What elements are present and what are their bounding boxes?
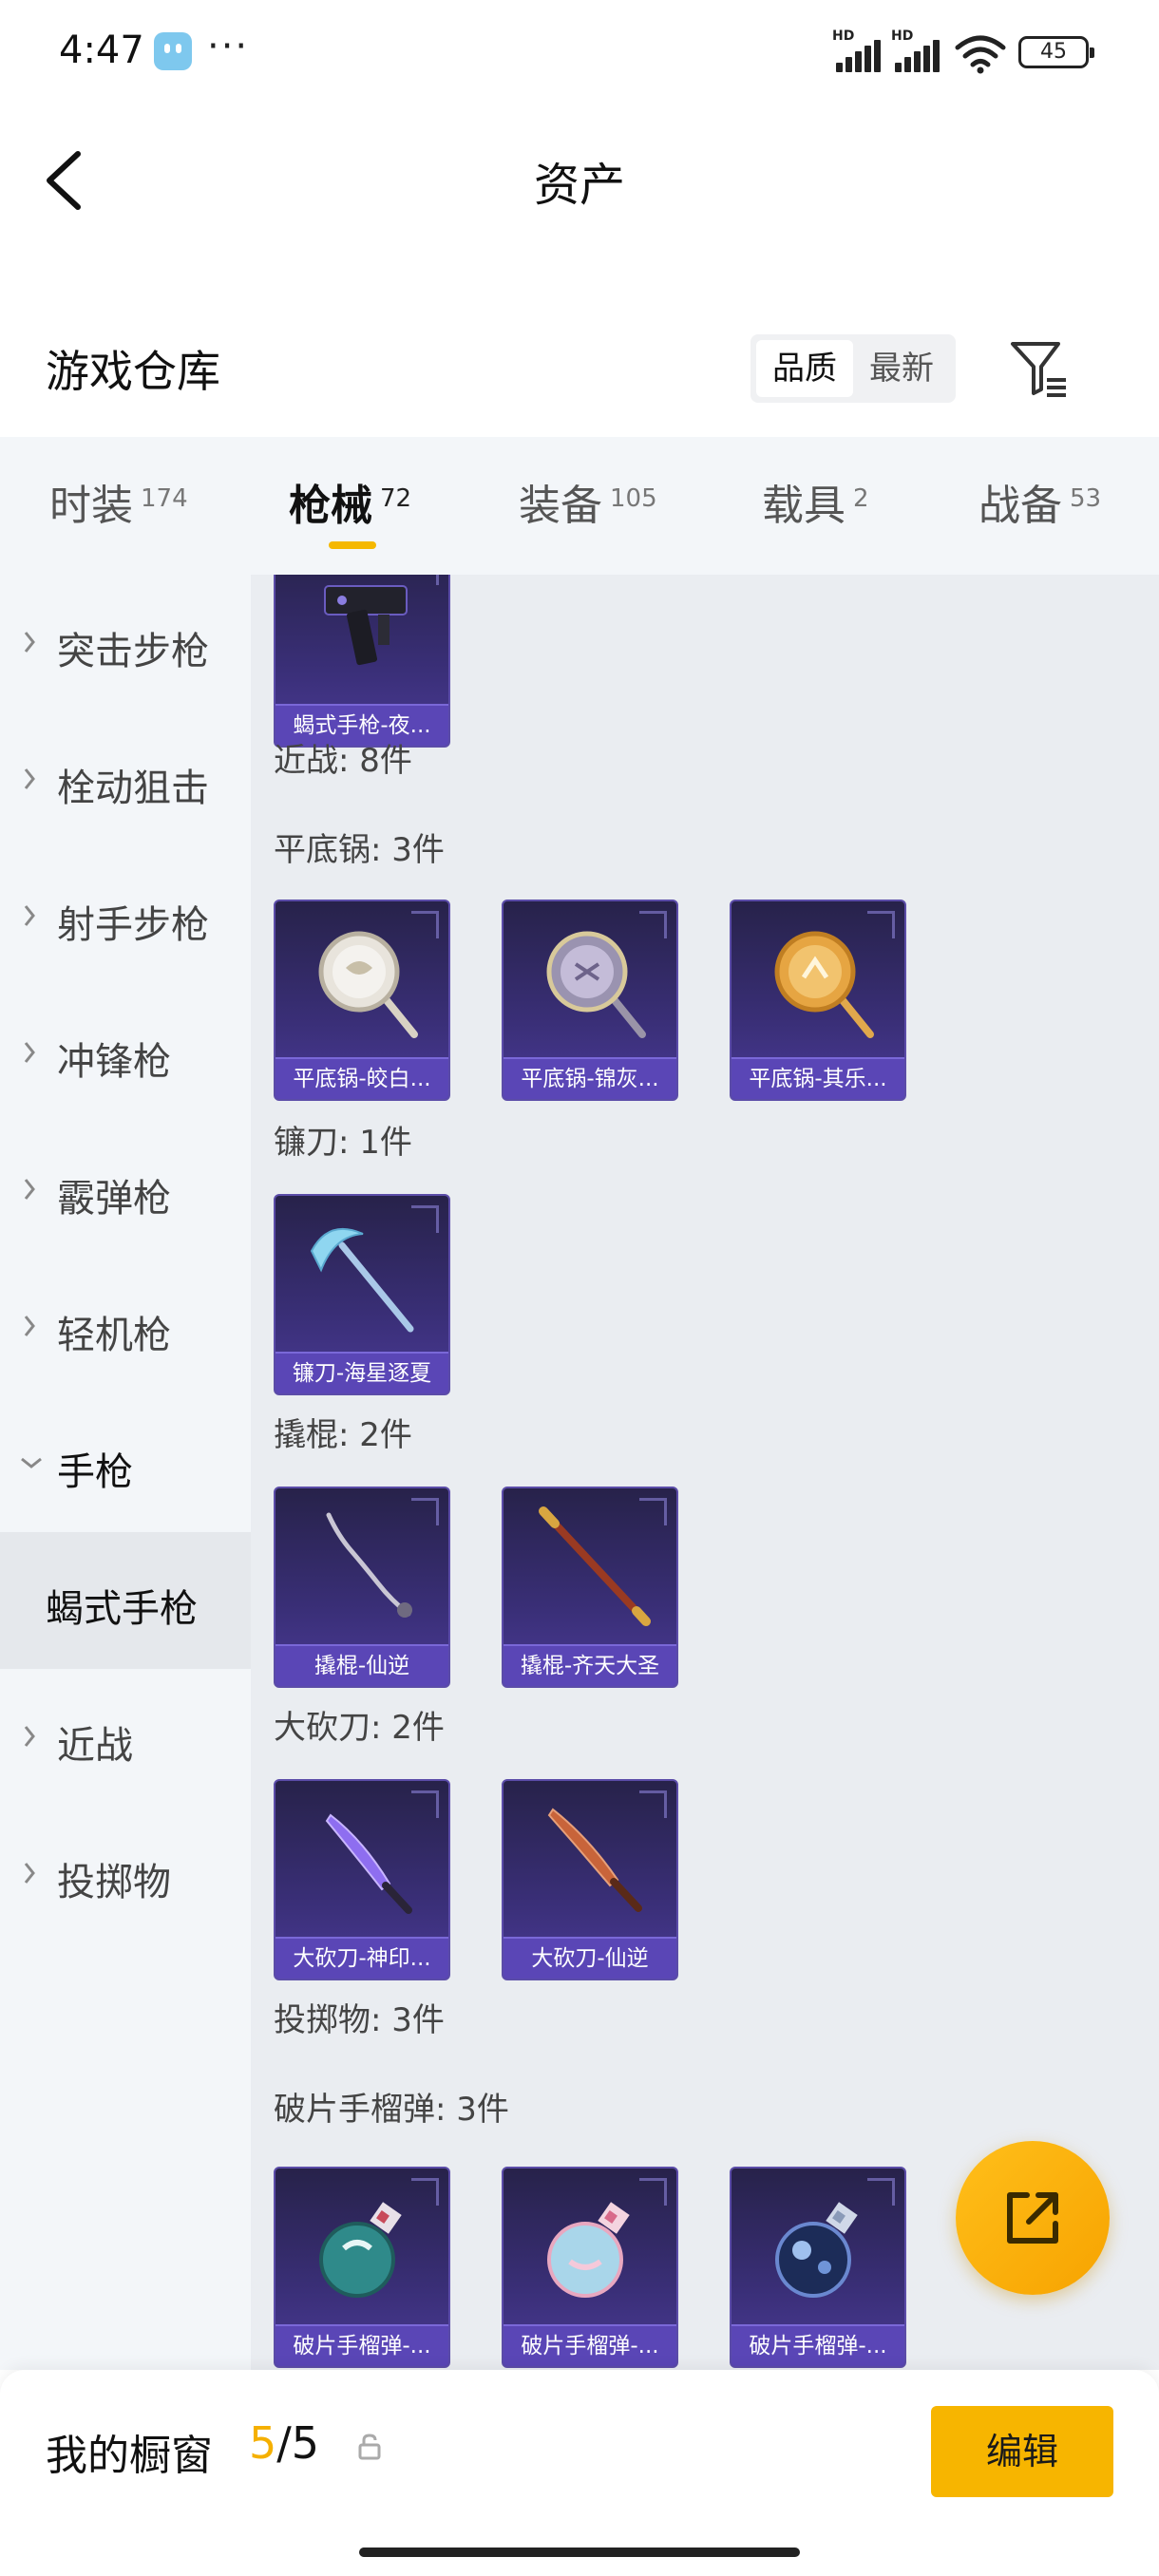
item-grid: 蝎式手枪-夜... 近战: 8件 平底锅: 3件 平底锅-皎白... 平底锅-锦…	[251, 575, 1159, 2370]
frying-pan-grey-icon	[546, 931, 646, 1038]
sidebar-item-scorpion-pistol[interactable]: 蝎式手枪	[0, 1532, 251, 1669]
showcase-count: 5/5	[249, 2417, 320, 2469]
staff-icon	[539, 1506, 651, 1626]
tab-equipment[interactable]: 装备 105	[519, 471, 657, 538]
chevron-right-icon	[24, 632, 35, 653]
chevron-right-icon	[24, 1863, 35, 1884]
chevron-right-icon	[24, 768, 35, 789]
machete-purple-icon	[325, 1813, 412, 1914]
sidebar-item-pistol[interactable]: 手枪	[0, 1395, 251, 1532]
item-card[interactable]: 破片手榴弹-...	[730, 2167, 906, 2368]
sidebar-item-throwables[interactable]: 投掷物	[0, 1806, 251, 1942]
sidebar-item-shotgun[interactable]: 霰弹枪	[0, 1122, 251, 1259]
chevron-right-icon	[24, 905, 35, 926]
sort-newest-option[interactable]: 最新	[853, 340, 950, 397]
item-card[interactable]: 平底锅-锦灰...	[502, 900, 678, 1101]
app-notification-icon	[154, 32, 192, 70]
edit-button[interactable]: 编辑	[931, 2406, 1113, 2497]
tab-supplies[interactable]: 战备 53	[978, 471, 1101, 538]
sidebar-item-lmg[interactable]: 轻机枪	[0, 1259, 251, 1395]
lock-icon	[358, 2434, 381, 2460]
status-bar: 4:47 ··· HD HD 45	[0, 0, 1159, 104]
item-card[interactable]: 破片手榴弹-...	[274, 2167, 450, 2368]
sidebar-item-assault-rifle[interactable]: 突击步枪	[0, 575, 251, 711]
home-indicator[interactable]	[359, 2548, 800, 2557]
wifi-icon	[955, 35, 1006, 74]
frying-pan-white-icon	[318, 931, 418, 1038]
item-card[interactable]: 大砍刀-神印...	[274, 1779, 450, 1980]
section-label: 破片手榴弹: 3件	[274, 2091, 509, 2129]
item-card[interactable]: 撬棍-齐天大圣	[502, 1487, 678, 1688]
section-label: 大砍刀: 2件	[274, 1709, 445, 1747]
chevron-down-icon	[21, 1457, 42, 1468]
tab-fashion[interactable]: 时装 174	[49, 471, 188, 538]
section-label: 镰刀: 1件	[274, 1124, 412, 1162]
category-tabs: 时装 174 枪械 72 装备 105 载具 2 战备 53	[0, 437, 1159, 575]
sidebar-item-melee[interactable]: 近战	[0, 1669, 251, 1806]
sort-quality-option[interactable]: 品质	[756, 340, 853, 397]
grenade-light-icon	[547, 2202, 630, 2298]
tab-vehicles[interactable]: 载具 2	[762, 471, 869, 538]
item-card[interactable]: 大砍刀-仙逆	[502, 1779, 678, 1980]
more-notifications-icon: ···	[207, 25, 250, 68]
showcase-bar: 我的橱窗 5/5 编辑	[0, 2370, 1159, 2576]
chevron-right-icon	[24, 1179, 35, 1200]
chevron-right-icon	[24, 1042, 35, 1063]
sidebar-item-marksman-rifle[interactable]: 射手步枪	[0, 848, 251, 985]
sidebar-item-smg[interactable]: 冲锋枪	[0, 985, 251, 1122]
sidebar: 突击步枪 栓动狙击 射手步枪 冲锋枪 霰弹枪 轻机枪 手枪 蝎式手枪 近战 投掷…	[0, 575, 251, 2370]
item-card[interactable]: 撬棍-仙逆	[274, 1487, 450, 1688]
filter-icon[interactable]	[1007, 336, 1072, 401]
item-card[interactable]: 蝎式手枪-夜...	[274, 575, 450, 748]
signal-1-icon: HD	[832, 28, 889, 72]
warehouse-title: 游戏仓库	[46, 346, 220, 397]
machete-copper-icon	[547, 1808, 642, 1912]
signal-2-icon: HD	[891, 28, 948, 72]
item-card[interactable]: 破片手榴弹-...	[502, 2167, 678, 2368]
sidebar-item-bolt-sniper[interactable]: 栓动狙击	[0, 711, 251, 848]
section-label: 投掷物: 3件	[274, 2001, 445, 2039]
page-title: 资产	[533, 159, 625, 212]
tab-firearms[interactable]: 枪械 72	[289, 471, 411, 538]
active-tab-indicator	[329, 541, 376, 549]
item-card[interactable]: 平底锅-皎白...	[274, 900, 450, 1101]
sickle-icon	[310, 1227, 414, 1333]
external-link-icon	[1007, 2192, 1058, 2244]
grenade-teal-icon	[319, 2202, 402, 2298]
frying-pan-gold-icon	[774, 931, 874, 1038]
chevron-right-icon	[24, 1316, 35, 1336]
item-card[interactable]: 平底锅-其乐...	[730, 900, 906, 1101]
share-button[interactable]	[956, 2141, 1110, 2295]
section-label: 近战: 8件	[274, 742, 412, 780]
chevron-right-icon	[24, 1726, 35, 1747]
showcase-title: 我的橱窗	[46, 2432, 213, 2480]
pistol-icon	[324, 585, 408, 666]
sort-toggle: 品质 最新	[750, 334, 956, 403]
crowbar-icon	[326, 1512, 412, 1618]
grenade-dark-icon	[775, 2202, 858, 2298]
section-label: 撬棍: 2件	[274, 1416, 412, 1454]
battery-indicator: 45	[1018, 36, 1094, 68]
section-label: 平底锅: 3件	[274, 831, 445, 869]
status-time: 4:47	[59, 28, 144, 72]
item-card[interactable]: 镰刀-海星逐夏	[274, 1194, 450, 1395]
